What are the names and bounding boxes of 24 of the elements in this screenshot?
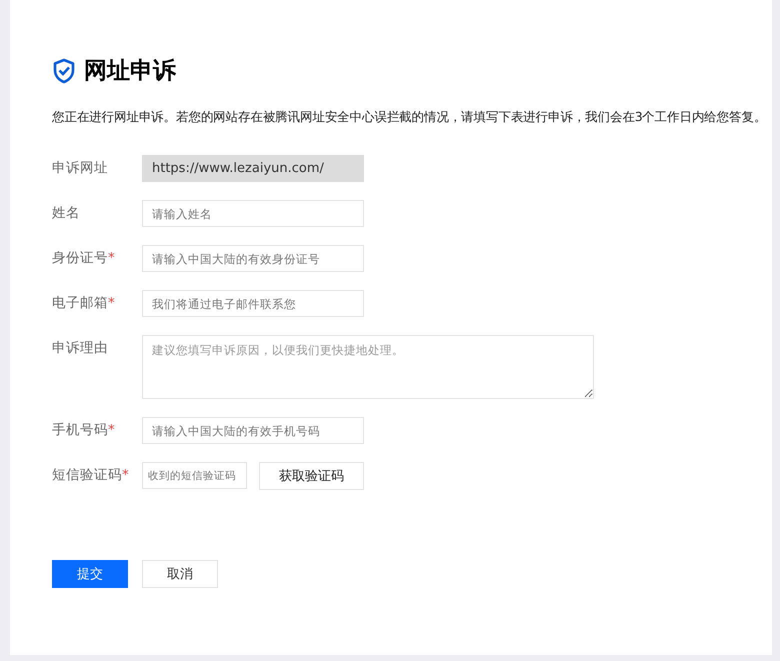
- field-label: 姓名: [52, 205, 80, 222]
- cancel-button[interactable]: 取消: [142, 560, 218, 588]
- field-label: 身份证号: [52, 250, 108, 266]
- required-mark: *: [108, 250, 115, 266]
- input-field[interactable]: 收到的短信验证码: [142, 462, 247, 490]
- required-mark: *: [122, 467, 129, 484]
- field-label: 短信验证码: [52, 467, 122, 484]
- shield-check-icon: [52, 58, 76, 84]
- input-field[interactable]: 请输入姓名: [142, 200, 364, 228]
- input-field[interactable]: https://www.lezaiyun.com/: [142, 155, 364, 182]
- intro-text: 您正在进行网址申诉。若您的网站存在被腾讯网址安全中心误拦截的情况，请填写下表进行申诉，我们会在3个工作日内给您答复。: [52, 108, 768, 126]
- textarea-field[interactable]: 建议您填写申诉原因，以便我们更快捷地处理。: [142, 335, 594, 400]
- field-label: 电子邮箱: [52, 295, 108, 312]
- field-label: 申诉理由: [52, 340, 108, 356]
- page-title: 网址申诉: [84, 57, 176, 86]
- field-label: 手机号码: [52, 422, 108, 438]
- input-field[interactable]: 请输入中国大陆的有效手机号码: [142, 417, 364, 444]
- input-field[interactable]: 我们将通过电子邮件联系您: [142, 290, 364, 318]
- required-mark: *: [108, 422, 115, 438]
- input-field[interactable]: 请输入中国大陆的有效身份证号: [142, 245, 364, 272]
- required-mark: *: [108, 295, 115, 312]
- field-label: 申诉网址: [52, 160, 108, 176]
- get-code-button[interactable]: 获取验证码: [259, 462, 364, 490]
- submit-button[interactable]: 提交: [52, 560, 128, 588]
